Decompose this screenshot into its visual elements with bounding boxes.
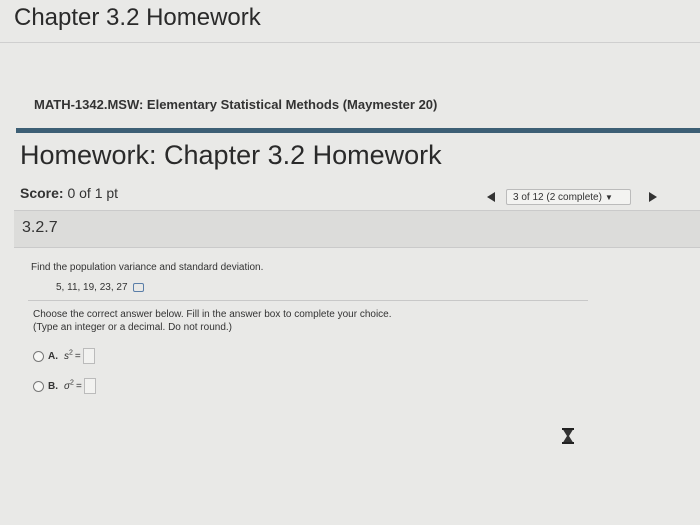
option-a-answer-box[interactable] [82, 348, 95, 364]
previous-question-button[interactable] [480, 188, 502, 208]
title-divider [0, 42, 700, 43]
question-prompt: Find the population variance and standar… [31, 262, 264, 273]
hourglass-icon [562, 428, 574, 444]
next-question-button[interactable] [642, 188, 664, 208]
score-label: Score: [20, 185, 64, 201]
option-a-symbol: s2 [64, 349, 73, 363]
option-b: B. σ2 = [33, 378, 96, 398]
question-navigator: 3 of 12 (2 complete) ▼ [480, 188, 670, 208]
caret-down-icon: ▼ [604, 193, 613, 202]
option-b-letter: B. [48, 380, 58, 392]
course-name: MATH-1342.MSW: Elementary Statistical Me… [34, 97, 438, 112]
option-a-equals: = [74, 350, 81, 362]
answer-hint: (Type an integer or a decimal. Do not ro… [33, 322, 232, 333]
triangle-left-icon [487, 191, 495, 202]
copy-data-icon[interactable] [132, 282, 144, 292]
triangle-right-icon [649, 191, 657, 202]
option-a: A. s2 = [33, 348, 95, 368]
header-accent-bar [16, 128, 700, 133]
question-position-text: 3 of 12 (2 complete) [513, 192, 602, 203]
score-value: 0 of 1 pt [67, 185, 119, 201]
option-a-radio[interactable] [33, 350, 44, 362]
question-data: 5, 11, 19, 23, 27 [56, 282, 144, 293]
data-values: 5, 11, 19, 23, 27 [56, 282, 128, 293]
option-b-radio[interactable] [33, 380, 44, 392]
option-a-letter: A. [48, 350, 58, 362]
question-number-bar: 3.2.7 [14, 210, 700, 248]
option-b-equals: = [75, 380, 82, 392]
page-title: Chapter 3.2 Homework [14, 4, 261, 31]
question-divider [28, 300, 588, 301]
score: Score: 0 of 1 pt [20, 185, 118, 201]
answer-instruction: Choose the correct answer below. Fill in… [33, 309, 392, 320]
option-b-symbol: σ2 [64, 379, 74, 393]
question-position-dropdown[interactable]: 3 of 12 (2 complete) ▼ [506, 189, 631, 205]
question-number: 3.2.7 [22, 219, 58, 236]
option-b-answer-box[interactable] [83, 378, 96, 394]
homework-heading: Homework: Chapter 3.2 Homework [20, 140, 442, 170]
